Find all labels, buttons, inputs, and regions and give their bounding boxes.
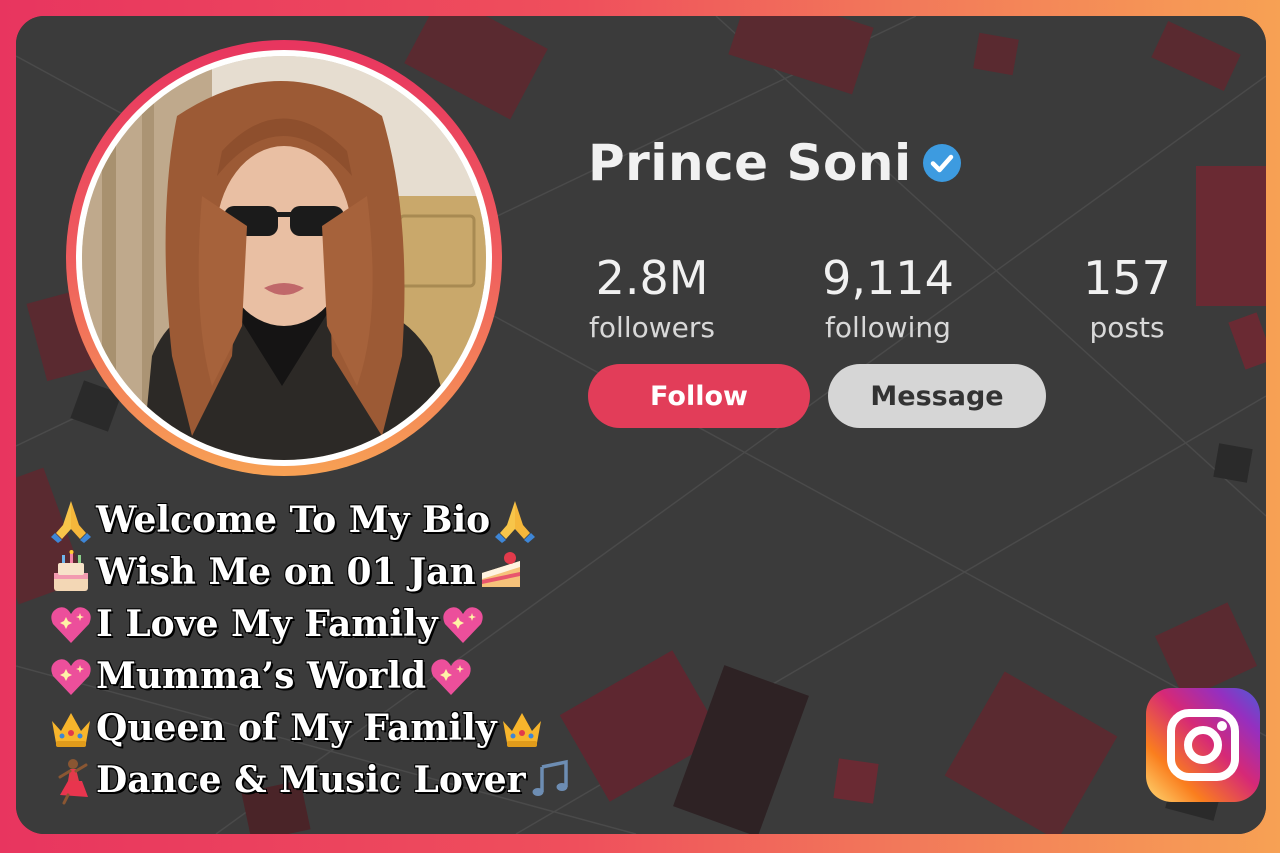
praying-hands-icon — [495, 501, 536, 543]
message-button[interactable]: Message — [828, 364, 1046, 428]
bio-line: I Love My Family — [46, 598, 576, 650]
stat-posts[interactable]: 157 posts — [1072, 248, 1182, 348]
praying-hands-icon — [51, 501, 91, 543]
bio-text: Welcome To My Bio — [96, 499, 491, 541]
avatar — [82, 56, 486, 460]
birthday-cake-icon — [54, 550, 88, 591]
bio-text: Dance & Music Lover — [96, 759, 526, 801]
posts-label: posts — [1089, 311, 1165, 344]
gradient-frame: Prince Soni 2.8M followers 9,114 followi… — [0, 0, 1280, 853]
verified-badge-icon — [922, 144, 961, 182]
crown-icon — [502, 713, 541, 747]
sparkling-heart-icon — [442, 607, 483, 643]
bio-line: Wish Me on 01 Jan — [46, 546, 576, 598]
bio-text: Mumma’s World — [96, 655, 427, 697]
crown-icon — [52, 713, 90, 747]
cake-slice-icon — [481, 552, 520, 587]
stat-followers[interactable]: 2.8M followers — [582, 248, 722, 348]
stat-following[interactable]: 9,114 following — [816, 248, 960, 348]
bio-line: Welcome To My Bio — [46, 494, 576, 546]
followers-count: 2.8M — [595, 251, 709, 305]
posts-count: 157 — [1083, 251, 1171, 305]
bio: Welcome To My Bio Wish Me on 01 Jan I Lo… — [46, 494, 576, 806]
bio-text: Queen of My Family — [96, 707, 497, 749]
avatar-ring[interactable] — [66, 40, 502, 476]
following-count: 9,114 — [822, 251, 954, 305]
profile-name: Prince Soni — [588, 134, 912, 192]
follow-button[interactable]: Follow — [588, 364, 810, 428]
bio-text: I Love My Family — [96, 603, 438, 645]
bio-line: Mumma’s World — [46, 650, 576, 702]
sparkling-heart-icon — [51, 607, 91, 643]
profile-header: Prince Soni — [588, 134, 964, 192]
instagram-icon — [1146, 688, 1260, 802]
followers-label: followers — [589, 311, 715, 344]
music-notes-icon — [532, 759, 568, 796]
sparkling-heart-icon — [51, 659, 91, 695]
bio-line: Queen of My Family — [46, 702, 576, 754]
bio-text: Wish Me on 01 Jan — [96, 551, 476, 593]
avatar-portrait — [82, 56, 486, 460]
sparkling-heart-icon — [431, 659, 471, 695]
bio-line: Dance & Music Lover — [46, 754, 576, 806]
profile-card: Prince Soni 2.8M followers 9,114 followi… — [16, 16, 1266, 834]
following-label: following — [825, 311, 951, 344]
dancer-icon — [58, 759, 88, 805]
